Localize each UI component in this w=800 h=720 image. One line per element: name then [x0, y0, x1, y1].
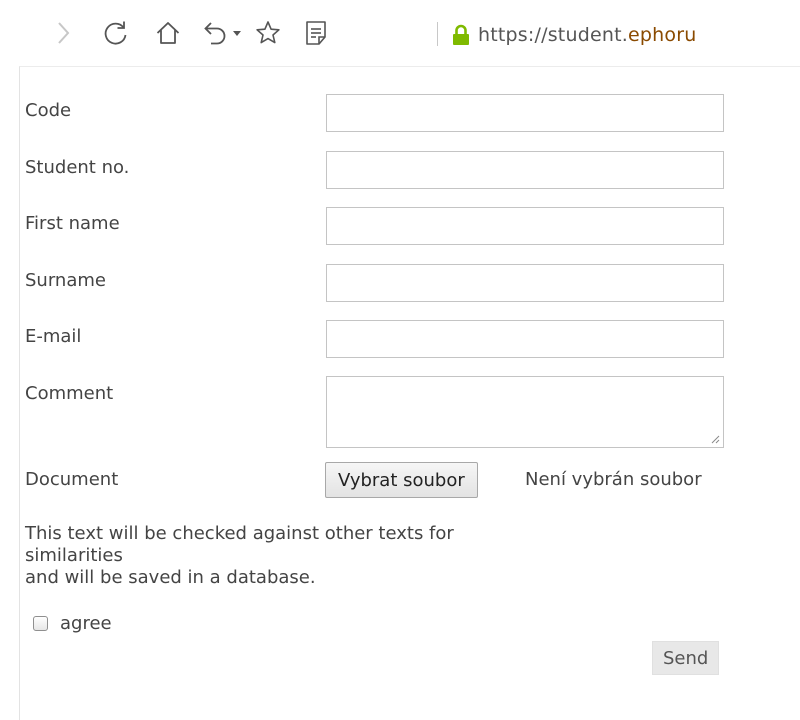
- code-input[interactable]: [326, 94, 724, 132]
- document-label: Document: [25, 469, 119, 490]
- browser-toolbar: https://student. ephoru: [0, 0, 800, 66]
- forward-button[interactable]: [45, 15, 81, 51]
- notice-line-2: and will be saved in a database.: [25, 567, 316, 588]
- url-domain: ephoru: [627, 24, 697, 46]
- first-name-input[interactable]: [326, 207, 724, 245]
- reload-button[interactable]: [98, 15, 134, 51]
- favorites-button[interactable]: [250, 15, 286, 51]
- undo-icon: [204, 22, 226, 45]
- dropdown-arrow-icon: [233, 31, 241, 36]
- reading-view-button[interactable]: [298, 15, 334, 51]
- reader-icon: [306, 21, 326, 45]
- first-name-label: First name: [25, 213, 120, 234]
- surname-label: Surname: [25, 270, 106, 291]
- code-label: Code: [25, 100, 72, 121]
- undo-dropdown-button[interactable]: [229, 15, 245, 51]
- send-button[interactable]: Send: [652, 641, 720, 675]
- notice-line-1: This text will be checked against other …: [25, 523, 454, 566]
- email-label: E-mail: [25, 326, 82, 347]
- home-button[interactable]: [150, 15, 186, 51]
- file-status-text: Není vybrán soubor: [525, 469, 702, 490]
- agree-row[interactable]: agree: [33, 613, 112, 634]
- choose-file-button[interactable]: Vybrat soubor: [325, 462, 478, 498]
- similarity-notice: This text will be checked against other …: [25, 523, 545, 589]
- address-bar[interactable]: https://student. ephoru: [452, 20, 696, 50]
- comment-textarea[interactable]: [326, 376, 724, 448]
- reload-icon: [104, 21, 127, 45]
- agree-checkbox[interactable]: [33, 616, 48, 631]
- url-prefix: https://student.: [478, 24, 628, 46]
- email-input[interactable]: [326, 320, 724, 358]
- student-no-input[interactable]: [326, 151, 724, 189]
- toolbar-separator: [437, 22, 438, 46]
- submission-form: Code Student no. First name Surname E-ma…: [19, 66, 800, 720]
- lock-icon: [452, 24, 470, 46]
- home-icon: [156, 22, 180, 44]
- forward-icon: [58, 22, 70, 44]
- comment-label: Comment: [25, 383, 114, 404]
- resize-grip-icon[interactable]: [710, 434, 720, 444]
- star-icon: [256, 21, 280, 44]
- surname-input[interactable]: [326, 264, 724, 302]
- agree-label: agree: [60, 613, 112, 634]
- student-no-label: Student no.: [25, 157, 130, 178]
